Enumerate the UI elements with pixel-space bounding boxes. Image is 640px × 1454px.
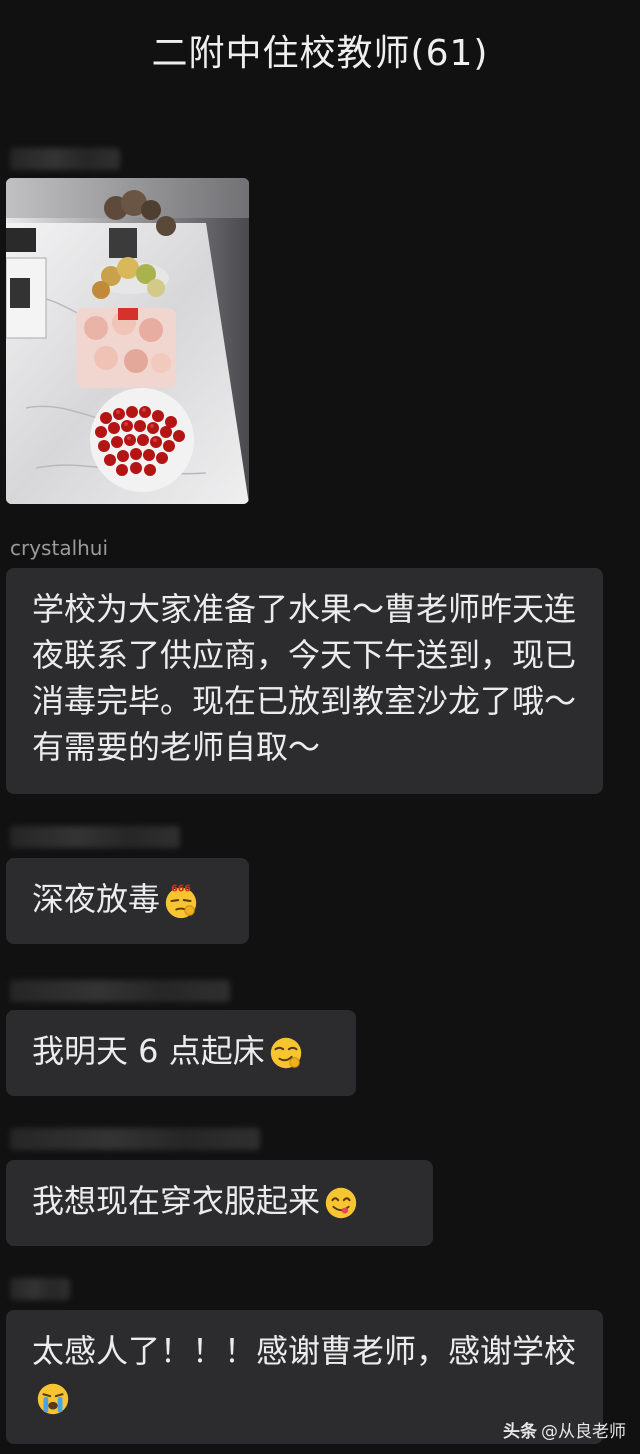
sender-name[interactable]: crystalhui (10, 536, 108, 560)
message-text: 我想现在穿衣服起来 (32, 1182, 321, 1220)
666-emoji-icon: 666 (165, 884, 197, 919)
message-bubble[interactable]: 我明天 6 点起床 (6, 1010, 356, 1096)
blurred-sender-name (10, 148, 120, 170)
chat-header: 二附中住校教师(61) (0, 0, 640, 100)
watermark: 头条 @从良老师 (503, 1417, 626, 1442)
message-text: 我明天 6 点起床 (32, 1032, 265, 1070)
watermark-handle: @从良老师 (541, 1422, 626, 1442)
svg-text:666: 666 (171, 884, 191, 895)
blurred-sender-name (10, 1128, 260, 1150)
blurred-sender-name (10, 826, 180, 848)
blurred-sender-name (10, 980, 230, 1002)
message-text: 深夜放毒 (32, 880, 161, 918)
watermark-logo: 头条 (503, 1422, 537, 1442)
message-text: 太感人了！！！感谢曹老师，感谢学校 (32, 1332, 577, 1370)
fruit-photo[interactable] (6, 178, 249, 504)
smirk-emoji-icon (270, 1037, 301, 1069)
fruit-photo-illustration (6, 178, 249, 504)
message-bubble[interactable]: 学校为大家准备了水果～曹老师昨天连夜联系了供应商，今天下午送到，现已消毒完毕。现… (6, 568, 603, 794)
message-bubble[interactable]: 我想现在穿衣服起来 (6, 1160, 433, 1246)
message-bubble[interactable]: 深夜放毒 666 (6, 858, 249, 944)
crying-emoji-icon (37, 1383, 69, 1415)
group-title: 二附中住校教师(61) (151, 33, 489, 74)
message-text: 学校为大家准备了水果～曹老师昨天连夜联系了供应商，今天下午送到，现已消毒完毕。现… (32, 590, 577, 766)
yum-emoji-icon (325, 1187, 357, 1219)
blurred-sender-name (10, 1278, 70, 1300)
